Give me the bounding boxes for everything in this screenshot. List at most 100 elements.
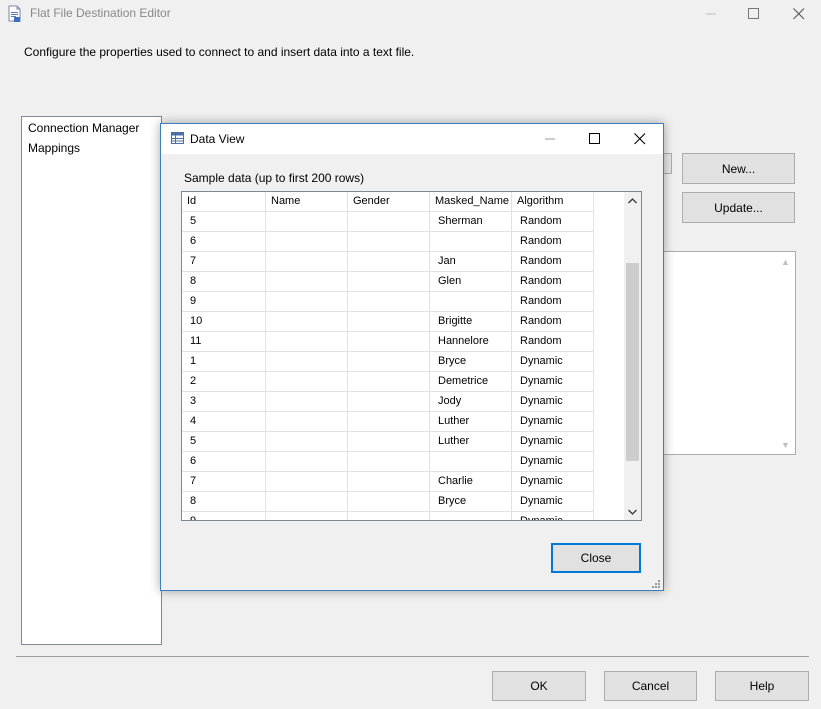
table-cell: Dynamic [512,512,594,520]
table-cell: Luther [430,412,512,432]
table-cell [266,432,348,452]
maximize-icon[interactable] [572,124,618,154]
table-cell [348,372,430,392]
document-icon [7,5,23,23]
table-cell [430,452,512,472]
minimize-icon[interactable] [688,0,734,28]
table-cell: Dynamic [512,492,594,512]
update-button[interactable]: Update... [682,192,795,223]
table-cell: Dynamic [512,412,594,432]
table-row[interactable]: 11 Hannelore Random [182,332,594,352]
grid-header: Id Name Gender Masked_Name Algorithm [182,192,594,212]
maximize-icon[interactable] [731,0,777,28]
column-header[interactable]: Id [182,192,266,212]
nav-item-mappings[interactable]: Mappings [28,141,80,155]
cancel-button[interactable]: Cancel [604,671,697,701]
data-view-dialog: Data View Sample data (up to first 200 r… [160,123,664,591]
table-cell [266,292,348,312]
preview-scrollbar[interactable]: ▲ ▼ [778,252,795,454]
data-grid[interactable]: Id Name Gender Masked_Name Algorithm 5 Sh… [181,191,642,521]
table-cell [348,472,430,492]
table-cell [348,312,430,332]
header-preview-textbox[interactable]: ▲ ▼ [662,251,796,455]
table-cell [266,312,348,332]
table-row[interactable]: 2 Demetrice Dynamic [182,372,594,392]
close-icon[interactable] [776,0,821,28]
table-cell [266,512,348,520]
table-cell [348,512,430,520]
scroll-up-icon[interactable]: ▲ [781,257,790,267]
column-header[interactable]: Masked_Name [430,192,512,212]
table-row[interactable]: 9 Dynamic [182,512,594,520]
table-row[interactable]: 5 Sherman Random [182,212,594,232]
table-cell: Dynamic [512,432,594,452]
table-cell: Bryce [430,352,512,372]
minimize-icon[interactable] [527,124,573,154]
nav-item-connection-manager[interactable]: Connection Manager [28,121,139,135]
table-row[interactable]: 1 Bryce Dynamic [182,352,594,372]
column-header[interactable]: Algorithm [512,192,594,212]
table-row[interactable]: 9 Random [182,292,594,312]
table-cell [266,452,348,472]
table-cell: 4 [182,412,266,432]
table-cell: 7 [182,252,266,272]
close-button[interactable]: Close [551,543,641,573]
table-cell [348,252,430,272]
data-view-titlebar[interactable]: Data View [161,124,663,154]
table-row[interactable]: 6 Dynamic [182,452,594,472]
table-cell [348,232,430,252]
table-cell: Demetrice [430,372,512,392]
table-cell: Random [512,252,594,272]
table-cell [266,372,348,392]
table-cell [348,352,430,372]
table-cell [266,212,348,232]
table-cell [266,232,348,252]
data-view-title: Data View [190,132,245,146]
table-cell: Random [512,272,594,292]
table-cell: Brigitte [430,312,512,332]
instructions-text: Configure the properties used to connect… [24,45,415,59]
resize-grip-icon[interactable] [651,578,661,588]
table-cell: Charlie [430,472,512,492]
table-cell: Jan [430,252,512,272]
table-cell: 8 [182,492,266,512]
table-cell: 9 [182,292,266,312]
table-cell: Random [512,212,594,232]
close-icon[interactable] [617,124,663,154]
table-row[interactable]: 10 Brigitte Random [182,312,594,332]
table-cell [266,252,348,272]
table-cell [266,352,348,372]
table-cell [348,432,430,452]
table-row[interactable]: 7 Charlie Dynamic [182,472,594,492]
help-button[interactable]: Help [715,671,809,701]
table-cell [266,332,348,352]
table-cell: 11 [182,332,266,352]
table-row[interactable]: 5 Luther Dynamic [182,432,594,452]
column-header[interactable]: Gender [348,192,430,212]
table-row[interactable]: 8 Glen Random [182,272,594,292]
sample-data-label: Sample data (up to first 200 rows) [184,171,365,185]
scroll-down-icon[interactable]: ▼ [781,440,790,450]
table-row[interactable]: 8 Bryce Dynamic [182,492,594,512]
new-button[interactable]: New... [682,153,795,184]
table-row[interactable]: 3 Jody Dynamic [182,392,594,412]
scroll-up-icon[interactable] [624,192,641,209]
table-cell [348,452,430,472]
table-row[interactable]: 6 Random [182,232,594,252]
table-cell [348,212,430,232]
table-cell: Random [512,292,594,312]
table-cell: Jody [430,392,512,412]
ok-button[interactable]: OK [492,671,586,701]
table-row[interactable]: 4 Luther Dynamic [182,412,594,432]
grid-scrollbar[interactable] [624,192,641,520]
scroll-down-icon[interactable] [624,503,641,520]
column-header[interactable]: Name [266,192,348,212]
table-cell [348,492,430,512]
table-cell [266,492,348,512]
table-cell [348,292,430,312]
table-cell: Hannelore [430,332,512,352]
scrollbar-thumb[interactable] [626,263,639,461]
table-cell: Sherman [430,212,512,232]
table-row[interactable]: 7 Jan Random [182,252,594,272]
table-cell [266,272,348,292]
